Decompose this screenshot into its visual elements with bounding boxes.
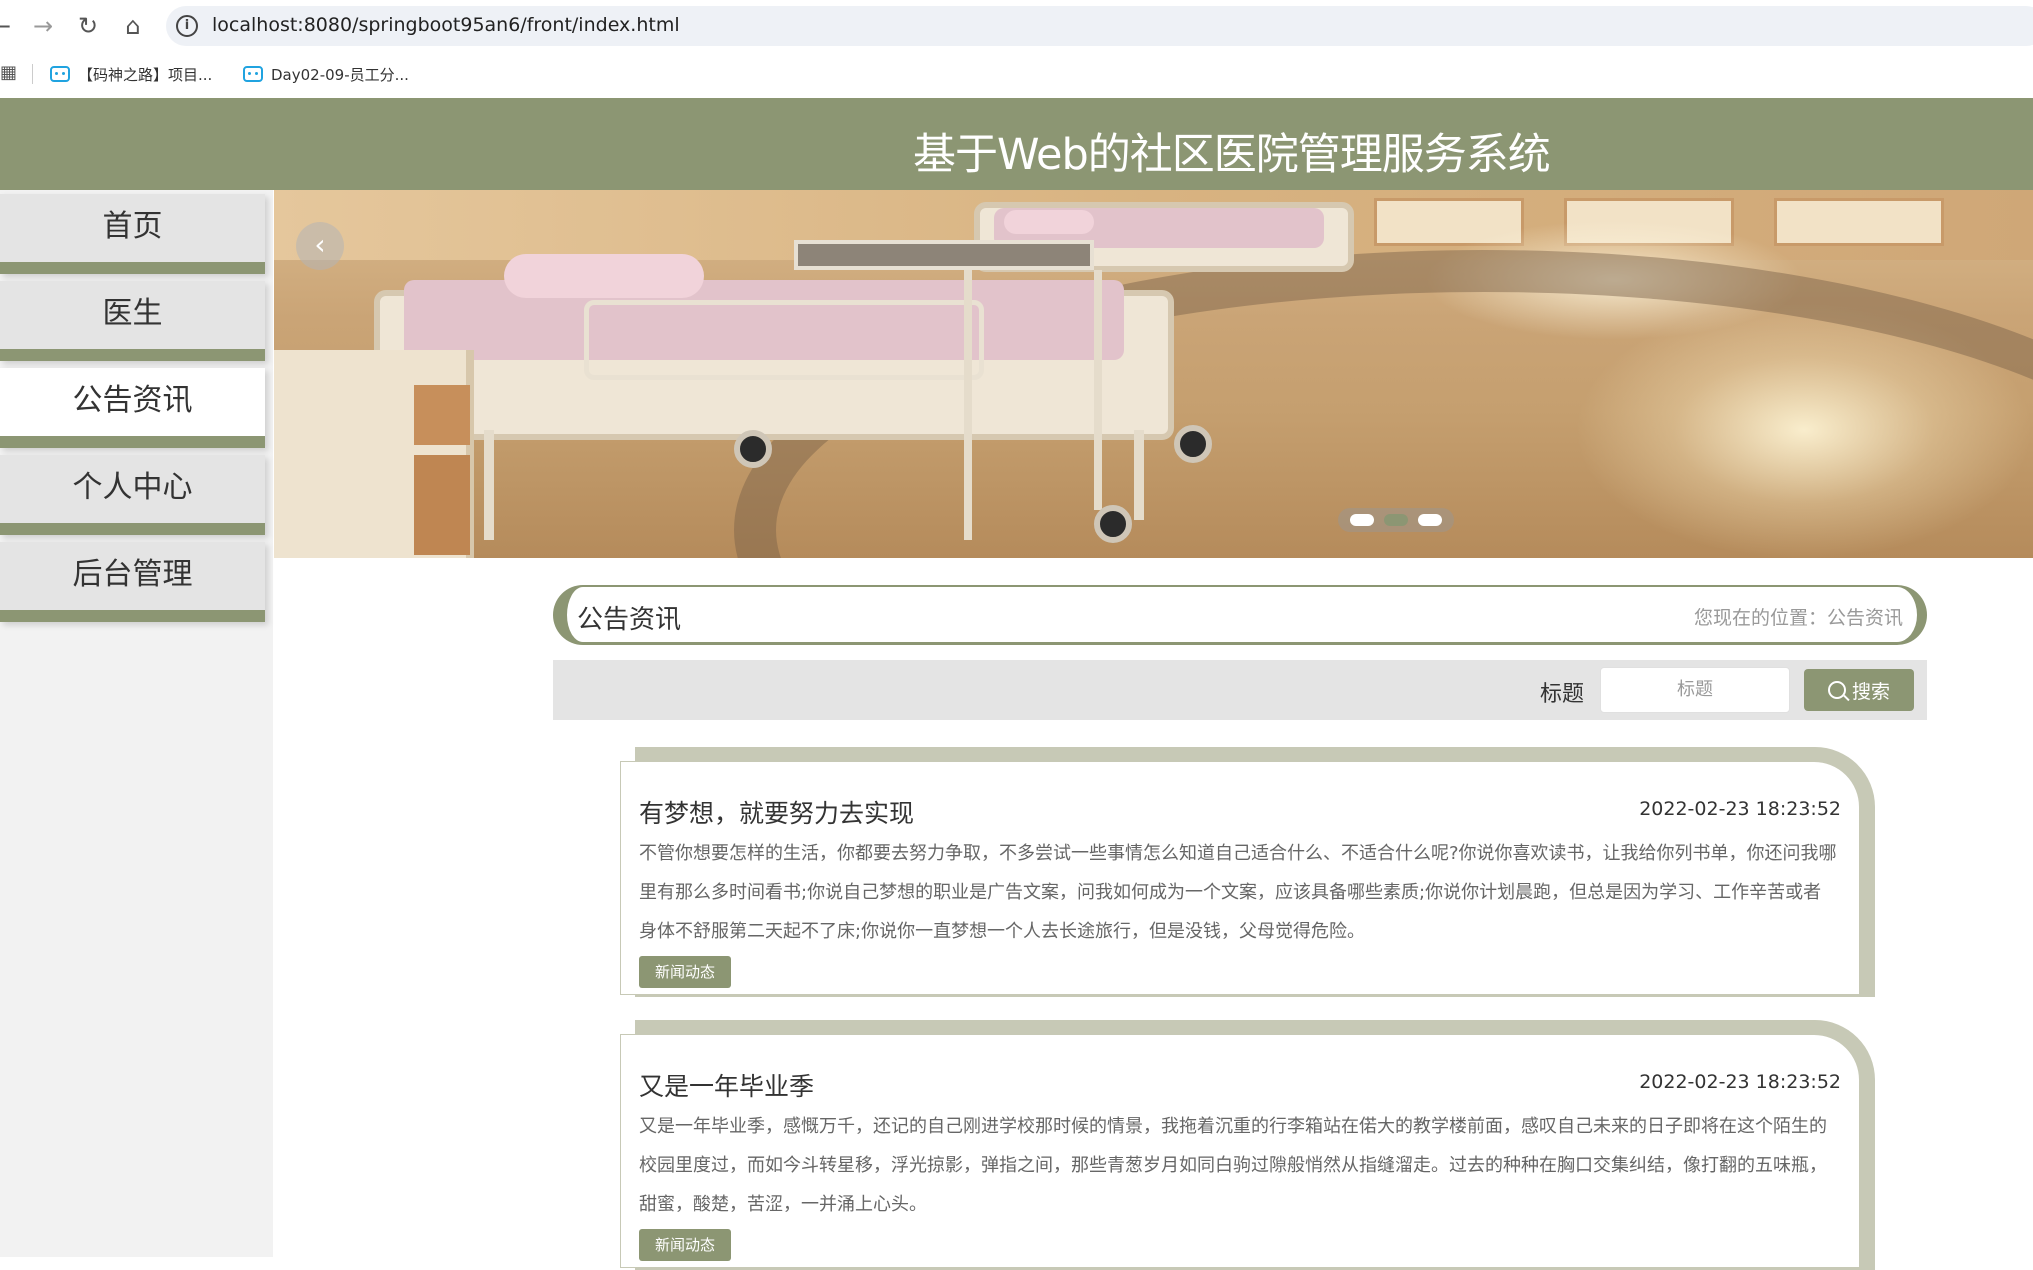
search-button-label: 搜索 bbox=[1851, 680, 1890, 703]
news-summary: 又是一年毕业季，感慨万千，还记的自己刚进学校那时候的情景，我拖着沉重的行李箱站在… bbox=[639, 1116, 1827, 1215]
site-title: 基于Web的社区医院管理服务系统 bbox=[913, 130, 1551, 180]
page-title: 公告资讯 bbox=[577, 605, 682, 635]
banner-image-wheel bbox=[1174, 425, 1212, 463]
breadcrumb: 您现在的位置：公告资讯 bbox=[1693, 607, 1903, 629]
carousel-indicators bbox=[1338, 508, 1454, 532]
address-bar[interactable]: i localhost:8080/springboot95an6/front/i… bbox=[166, 6, 2033, 46]
banner-image-window bbox=[1774, 198, 1944, 246]
site-header: 基于Web的社区医院管理服务系统 bbox=[0, 98, 2033, 190]
carousel-dot[interactable] bbox=[1418, 514, 1442, 526]
bilibili-icon bbox=[243, 66, 263, 82]
home-icon[interactable]: ⌂ bbox=[118, 11, 148, 41]
news-title[interactable]: 有梦想，就要努力去实现 bbox=[639, 794, 914, 830]
bookmark-item[interactable]: Day02-09-员工分... bbox=[243, 60, 409, 88]
browser-toolbar: ← → ↻ ⌂ i localhost:8080/springboot95an6… bbox=[0, 0, 2033, 52]
forward-icon[interactable]: → bbox=[28, 11, 58, 41]
banner-image-wheel bbox=[734, 430, 772, 468]
site-info-icon[interactable]: i bbox=[176, 15, 198, 37]
search-icon bbox=[1827, 681, 1846, 699]
sidebar-item-admin[interactable]: 后台管理 bbox=[0, 542, 265, 622]
search-label: 标题 bbox=[1540, 682, 1585, 707]
search-button[interactable]: 搜索 bbox=[1804, 669, 1914, 711]
carousel-dot-active[interactable] bbox=[1384, 514, 1408, 526]
banner-image-drawer bbox=[414, 455, 470, 555]
banner-image-wheel bbox=[1094, 505, 1132, 543]
sidebar-item-personal-center[interactable]: 个人中心 bbox=[0, 455, 265, 535]
carousel-dot[interactable] bbox=[1350, 514, 1374, 526]
banner-image-bed-leg bbox=[484, 430, 494, 540]
bilibili-icon bbox=[50, 66, 70, 82]
banner-image-bedrail bbox=[584, 300, 984, 380]
banner-image-table-leg bbox=[1094, 270, 1102, 510]
banner-image-pillow bbox=[1004, 210, 1094, 234]
sidebar-item-announcements[interactable]: 公告资讯 bbox=[0, 368, 265, 448]
news-summary: 不管你想要怎样的生活，你都要去努力争取，不多尝试一些事情怎么知道自己适合什么、不… bbox=[639, 843, 1837, 942]
bookmarks-bar: ▦ 【码神之路】项目... Day02-09-员工分... bbox=[0, 52, 2033, 96]
news-card-body[interactable]: 又是一年毕业季 2022-02-23 18:23:52 又是一年毕业季，感慨万千… bbox=[620, 1034, 1860, 1268]
banner-image-table-leg bbox=[964, 270, 972, 540]
sidebar-item-doctors[interactable]: 医生 bbox=[0, 281, 265, 361]
sidebar-item-home[interactable]: 首页 bbox=[0, 194, 265, 274]
banner-image-pillow bbox=[504, 254, 704, 298]
chevron-left-icon[interactable]: ‹ bbox=[296, 222, 344, 270]
bookmarks-divider bbox=[32, 64, 33, 84]
sidebar-nav: 首页 医生 公告资讯 个人中心 后台管理 bbox=[0, 190, 273, 1257]
news-title[interactable]: 又是一年毕业季 bbox=[639, 1067, 814, 1103]
banner-image-bed-leg bbox=[1134, 430, 1144, 520]
news-category-tag[interactable]: 新闻动态 bbox=[639, 956, 732, 988]
search-input[interactable]: 标题 bbox=[1600, 667, 1790, 713]
bookmark-label: 【码神之路】项目... bbox=[78, 65, 213, 84]
news-category-tag[interactable]: 新闻动态 bbox=[639, 1229, 732, 1261]
apps-grid-icon[interactable]: ▦ bbox=[0, 64, 17, 82]
section-title-bar: 公告资讯 您现在的位置：公告资讯 bbox=[553, 585, 1927, 645]
banner-carousel[interactable]: ‹ bbox=[274, 190, 2033, 558]
banner-image-overbed-table bbox=[794, 240, 1094, 270]
address-url[interactable]: localhost:8080/springboot95an6/front/ind… bbox=[212, 14, 680, 36]
back-icon[interactable]: ← bbox=[0, 11, 16, 41]
news-date: 2022-02-23 18:23:52 bbox=[1639, 1071, 1841, 1093]
bookmark-item[interactable]: 【码神之路】项目... bbox=[50, 60, 212, 88]
news-date: 2022-02-23 18:23:52 bbox=[1639, 798, 1841, 820]
reload-icon[interactable]: ↻ bbox=[73, 11, 103, 41]
banner-image-drawer bbox=[414, 385, 470, 445]
bookmark-label: Day02-09-员工分... bbox=[271, 65, 409, 84]
news-card-body[interactable]: 有梦想，就要努力去实现 2022-02-23 18:23:52 不管你想要怎样的… bbox=[620, 761, 1860, 995]
search-bar: 标题 标题 搜索 bbox=[553, 660, 1927, 720]
